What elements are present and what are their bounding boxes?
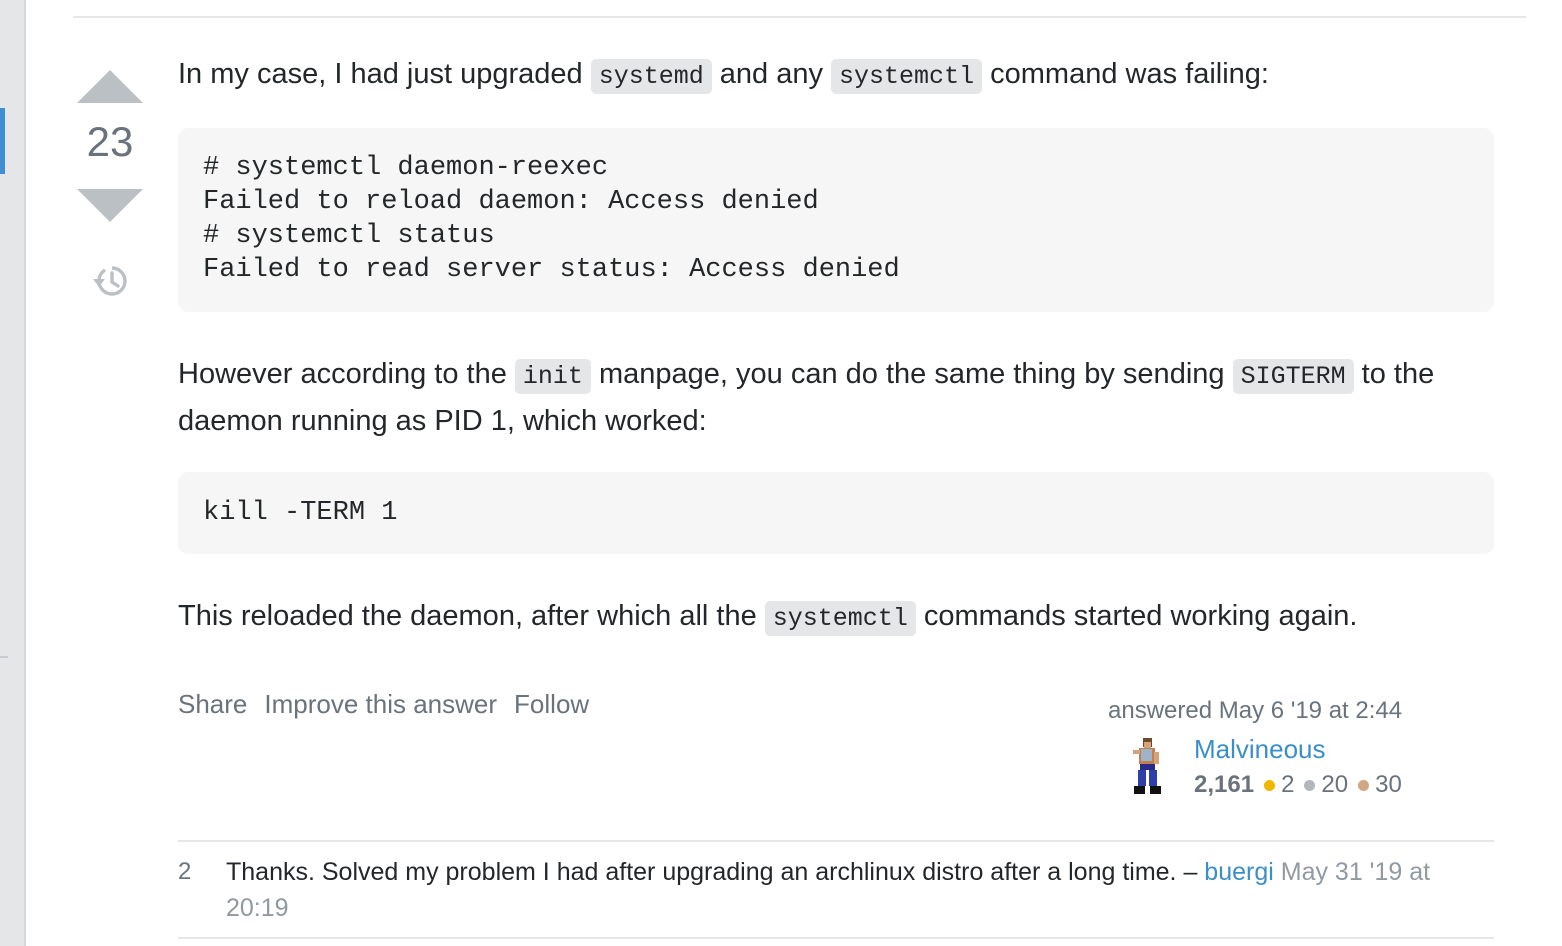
follow-link[interactable]: Follow [514,686,589,722]
code-line: Failed to reload daemon: Access denied [203,187,819,217]
p3-text-2: commands started working again. [915,600,1358,632]
bronze-badge-count: 30 [1375,771,1402,798]
top-divider [73,16,1526,18]
comment-text: Thanks. Solved my problem I had after up… [226,858,1205,886]
reputation-score: 2,161 [1194,771,1255,798]
silver-badge-count: 20 [1321,771,1349,798]
code-line: Failed to read server status: Access den… [203,255,900,285]
comment-divider [178,840,1494,842]
upvote-arrow-icon[interactable] [77,70,143,103]
silver-badge-dot-icon [1304,779,1316,791]
p1-text-2: and any [711,58,832,90]
user-info-card: answered May 6 '19 at 2:44 Malvineous 2,… [1108,694,1428,802]
share-link[interactable]: Share [178,686,247,722]
paragraph-1: In my case, I had just upgraded systemd … [178,52,1494,99]
code-block-2: kill -TERM 1 [178,472,1494,554]
code-block-1: # systemctl daemon-reexec Failed to relo… [178,128,1494,312]
post-menu: Share Improve this answer Follow [178,686,589,722]
improve-answer-link[interactable]: Improve this answer [264,686,497,722]
vote-count: 23 [86,118,134,165]
p1-text-1: In my case, I had just upgraded [178,58,591,90]
left-rail-notch [0,656,8,658]
comment-user-link[interactable]: buergi [1204,858,1274,886]
paragraph-3: This reloaded the daemon, after which al… [178,594,1494,641]
inline-code-sigterm: SIGTERM [1232,359,1354,394]
code-line: # systemctl daemon-reexec [203,153,609,183]
comment-divider-bottom [178,937,1494,939]
gold-badge-count: 2 [1281,771,1295,798]
comment-body: Thanks. Solved my problem I had after up… [226,854,1466,926]
history-icon[interactable] [91,262,129,300]
p2-text-2: manpage, you can do the same thing by se… [590,358,1233,390]
code-line: # systemctl status [203,221,495,251]
comment-score: 2 [178,858,192,885]
bronze-badge: 30 [1358,768,1402,802]
left-rail-active-indicator [0,108,5,174]
user-row: Malvineous 2,161 2 20 30 [1108,734,1428,802]
user-name-link[interactable]: Malvineous [1194,732,1412,766]
gold-badge-dot-icon [1264,779,1276,791]
paragraph-2: However according to the init manpage, y… [178,352,1494,443]
left-sidebar-rail [0,0,26,946]
downvote-arrow-icon[interactable] [77,189,143,222]
comment-item: 2 Thanks. Solved my problem I had after … [178,854,1494,926]
inline-code-systemd: systemd [590,59,712,94]
p2-text-1: However according to the [178,358,515,390]
code-line: kill -TERM 1 [203,498,398,528]
inline-code-systemctl: systemctl [831,59,983,94]
silver-badge: 20 [1304,768,1348,802]
user-flair: 2,161 2 20 30 [1194,768,1412,802]
bronze-badge-dot-icon [1358,779,1370,791]
avatar[interactable] [1114,734,1178,798]
inline-code-init: init [514,359,591,394]
gold-badge: 2 [1264,768,1294,802]
user-action-time: answered May 6 '19 at 2:44 [1108,697,1403,724]
p3-text-1: This reloaded the daemon, after which al… [178,600,765,632]
inline-code-systemctl-2: systemctl [764,601,916,636]
user-details: Malvineous 2,161 2 20 30 [1194,734,1412,802]
vote-cell: 23 [74,66,146,300]
p1-text-3: command was failing: [982,58,1269,90]
